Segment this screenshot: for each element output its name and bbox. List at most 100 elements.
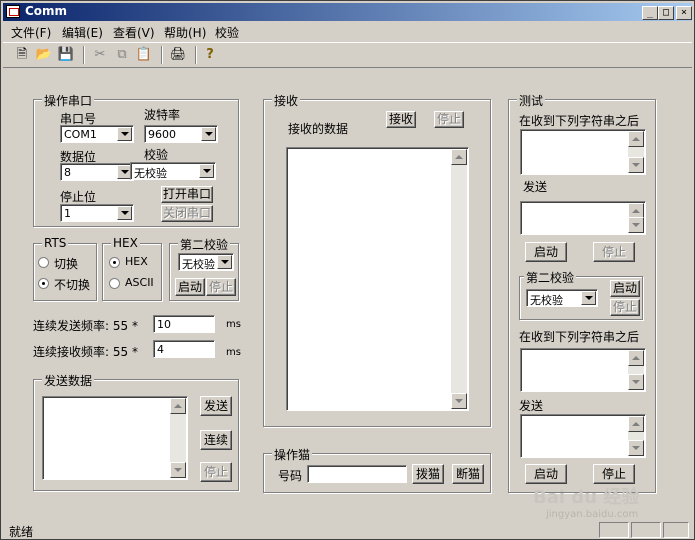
recv-frequency-input[interactable]: 4	[153, 340, 215, 358]
receive-stop-button: 停止	[434, 111, 464, 128]
send1-textarea[interactable]	[520, 201, 646, 235]
send-data-title: 发送数据	[42, 372, 95, 389]
continuous-send-button[interactable]: 连续	[200, 430, 232, 450]
send2-label: 发送	[519, 399, 544, 413]
trigger2-scrollbar[interactable]	[628, 350, 644, 390]
rts-group: RTS 切换 不切换	[33, 236, 97, 301]
scroll-down-icon[interactable]	[628, 374, 644, 390]
baud-label: 波特率	[144, 108, 181, 122]
chevron-down-icon[interactable]	[201, 127, 216, 141]
menu-help[interactable]: 帮助(H)	[164, 24, 206, 41]
chevron-down-icon[interactable]	[217, 255, 232, 269]
status-bar: 就绪	[3, 520, 692, 539]
window-title: Comm	[25, 4, 68, 18]
received-data-textarea[interactable]	[286, 147, 469, 411]
stopbits-label: 停止位	[60, 190, 97, 204]
scroll-up-icon[interactable]	[170, 398, 186, 414]
menu-edit[interactable]: 编辑(E)	[62, 24, 103, 41]
test-title: 测试	[517, 92, 546, 109]
toolbar-separator	[83, 46, 85, 64]
status-pane	[599, 522, 629, 538]
help-icon[interactable]: ?	[201, 46, 219, 64]
second-check-start-button[interactable]: 启动	[175, 278, 205, 296]
test-start1-button[interactable]: 启动	[525, 242, 567, 262]
status-pane	[663, 522, 689, 538]
second-check-stop-button: 停止	[206, 278, 236, 296]
scroll-up-icon[interactable]	[451, 149, 467, 165]
toolbar: 🗎 📂 💾 ✂ ⧉ 📋 🖨 ?	[3, 42, 692, 68]
baidu-watermark: Bai du 经验	[533, 487, 640, 508]
application-window: Comm _ □ × 文件(F) 编辑(E) 查看(V) 帮助(H) 校验 🗎 …	[0, 0, 695, 540]
close-button[interactable]: ×	[676, 6, 692, 20]
send-data-scrollbar[interactable]	[170, 398, 186, 478]
status-text: 就绪	[9, 525, 34, 539]
open-folder-icon[interactable]: 📂	[35, 46, 53, 64]
test-second-check-select[interactable]: 无校验	[526, 289, 598, 307]
baud-select[interactable]: 9600	[144, 125, 218, 143]
trigger2-textarea[interactable]	[520, 348, 646, 392]
menu-file[interactable]: 文件(F)	[11, 24, 51, 41]
close-port-button: 关闭串口	[161, 205, 213, 222]
databits-select[interactable]: 8	[60, 163, 134, 181]
port-select[interactable]: COM1	[60, 125, 134, 143]
menu-view[interactable]: 查看(V)	[113, 24, 155, 41]
dial-button[interactable]: 拨猫	[412, 464, 444, 484]
watermark-url: jingyan.baidu.com	[546, 509, 639, 520]
serial-group-title: 操作串口	[42, 92, 95, 109]
send1-scrollbar[interactable]	[628, 203, 644, 233]
send-frequency-input[interactable]: 10	[153, 315, 215, 333]
hangup-button[interactable]: 断猫	[452, 464, 484, 484]
trigger2-label: 在收到下列字符串之后	[519, 330, 640, 344]
paste-icon: 📋	[135, 47, 153, 62]
send-data-textarea[interactable]	[42, 396, 188, 480]
rts-no-toggle-radio[interactable]	[38, 278, 49, 289]
app-icon	[6, 5, 20, 18]
trigger1-textarea[interactable]	[520, 129, 646, 175]
hex-radio[interactable]	[109, 257, 120, 268]
chevron-down-icon[interactable]	[117, 206, 132, 220]
scroll-up-icon[interactable]	[628, 416, 644, 432]
second-check-select[interactable]: 无校验	[178, 253, 234, 271]
chevron-down-icon[interactable]	[581, 291, 596, 305]
new-file-icon[interactable]: 🗎	[13, 46, 31, 64]
test-start2-button[interactable]: 启动	[525, 464, 567, 484]
send2-textarea[interactable]	[520, 414, 646, 458]
stopbits-select[interactable]: 1	[60, 204, 134, 222]
chevron-down-icon[interactable]	[117, 127, 132, 141]
modem-title: 操作猫	[272, 446, 313, 463]
menu-bar: 文件(F) 编辑(E) 查看(V) 帮助(H) 校验	[3, 22, 692, 42]
scroll-down-icon[interactable]	[170, 462, 186, 478]
scroll-up-icon[interactable]	[628, 350, 644, 366]
print-icon[interactable]: 🖨	[169, 46, 187, 64]
maximize-button[interactable]: □	[658, 6, 674, 20]
recv-frequency-unit: ms	[226, 347, 241, 358]
scroll-down-icon[interactable]	[628, 157, 644, 173]
send-frequency-unit: ms	[226, 319, 241, 330]
parity-label: 校验	[144, 148, 169, 162]
test-check-start-button[interactable]: 启动	[610, 280, 640, 297]
receive-button[interactable]: 接收	[386, 111, 416, 128]
toolbar-separator	[161, 46, 163, 64]
ascii-radio[interactable]	[109, 278, 120, 289]
send2-scrollbar[interactable]	[628, 416, 644, 456]
scroll-up-icon[interactable]	[628, 131, 644, 147]
menu-check[interactable]: 校验	[215, 24, 239, 41]
status-pane	[631, 522, 661, 538]
trigger1-scrollbar[interactable]	[628, 131, 644, 173]
scroll-down-icon[interactable]	[451, 393, 467, 409]
scroll-down-icon[interactable]	[628, 217, 644, 233]
scroll-down-icon[interactable]	[628, 440, 644, 456]
send-stop-button: 停止	[200, 462, 232, 482]
phone-number-input[interactable]	[307, 465, 407, 483]
parity-select[interactable]: 无校验	[130, 162, 216, 180]
save-icon[interactable]: 💾	[57, 46, 75, 64]
open-port-button[interactable]: 打开串口	[161, 186, 213, 203]
ascii-radio-label: ASCII	[125, 276, 154, 289]
title-bar[interactable]: Comm _ □ ×	[3, 3, 692, 21]
send-button[interactable]: 发送	[200, 396, 232, 416]
test-stop2-button[interactable]: 停止	[593, 464, 635, 484]
chevron-down-icon[interactable]	[199, 164, 214, 178]
received-data-scrollbar[interactable]	[451, 149, 467, 409]
minimize-button[interactable]: _	[642, 6, 658, 20]
rts-toggle-radio[interactable]	[38, 257, 49, 268]
